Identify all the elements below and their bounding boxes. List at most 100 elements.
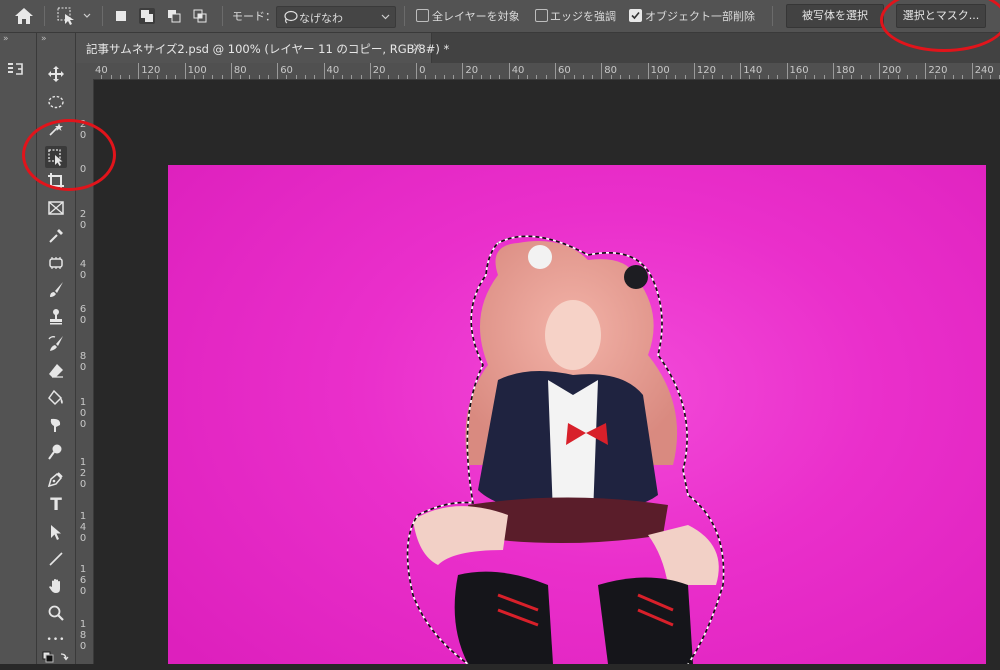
- frame-tool-icon[interactable]: [45, 197, 67, 219]
- mode-dropdown[interactable]: なげなわ: [276, 6, 396, 28]
- color-swatches-icon[interactable]: [41, 651, 71, 667]
- ruler-tick: [851, 75, 853, 79]
- subtract-from-selection-icon[interactable]: [166, 8, 182, 24]
- ruler-tick: [240, 75, 242, 79]
- close-tab-icon[interactable]: ×: [412, 40, 422, 54]
- paint-bucket-tool-icon[interactable]: [45, 387, 67, 409]
- eraser-tool-icon[interactable]: [45, 360, 67, 382]
- ruler-tick: [666, 75, 668, 79]
- enhance-edge-label: エッジを強調: [550, 10, 616, 23]
- ruler-tick: [647, 63, 649, 79]
- mode-dropdown-value: なげなわ: [299, 12, 343, 25]
- subject-image: [406, 235, 725, 664]
- ruler-tick: [814, 75, 816, 79]
- ruler-tick: [286, 75, 288, 79]
- ruler-tick: [712, 75, 714, 79]
- ruler-tick: [953, 75, 955, 79]
- object-subtract-checkbox[interactable]: [629, 9, 642, 22]
- ruler-tick: [147, 75, 149, 79]
- ruler-tick: [786, 63, 788, 79]
- ruler-tick: [453, 75, 455, 79]
- clone-stamp-tool-icon[interactable]: [45, 306, 67, 328]
- smudge-tool-icon[interactable]: [45, 414, 67, 436]
- enhance-edge-checkbox[interactable]: [535, 9, 548, 22]
- spot-healing-brush-tool-icon[interactable]: [45, 252, 67, 274]
- ruler-tick: [508, 63, 510, 79]
- highlight-circle-object-selection-tool: [22, 119, 116, 191]
- collapse-toolbar-icon[interactable]: »: [41, 34, 46, 44]
- mode-label: モード：: [232, 10, 276, 23]
- home-icon[interactable]: [14, 7, 34, 25]
- ruler-tick: [314, 75, 316, 79]
- type-tool-glyph: T: [50, 495, 62, 515]
- ruler-tick: [212, 75, 214, 79]
- ruler-tick: [879, 63, 881, 79]
- ruler-tick: [823, 75, 825, 79]
- ruler-tick: [166, 75, 168, 79]
- tool-preset-picker[interactable]: [56, 6, 94, 26]
- ruler-tick: [342, 75, 344, 79]
- divider: [404, 6, 405, 26]
- eyedropper-tool-icon[interactable]: [45, 225, 67, 247]
- ruler-tick: [971, 63, 973, 79]
- ruler-tick: [545, 75, 547, 79]
- ruler-tick: [406, 75, 408, 79]
- sample-all-layers-checkbox[interactable]: [416, 9, 429, 22]
- zoom-tool-icon[interactable]: [45, 602, 67, 624]
- expand-panels-icon[interactable]: »: [3, 34, 8, 44]
- add-to-selection-icon[interactable]: [139, 8, 155, 24]
- ruler-tick: [906, 75, 908, 79]
- ruler-tick: [101, 75, 103, 79]
- ruler-tick: [721, 75, 723, 79]
- new-selection-icon[interactable]: [113, 8, 129, 24]
- ruler-tick: [943, 75, 945, 79]
- select-subject-button[interactable]: 被写体を選択: [786, 4, 884, 28]
- intersect-selection-icon[interactable]: [192, 8, 208, 24]
- ruler-tick: [934, 75, 936, 79]
- ruler-origin[interactable]: [76, 63, 94, 80]
- ruler-tick: [629, 75, 631, 79]
- object-subtract-label: オブジェクト一部削除: [645, 10, 755, 23]
- ruler-tick: [795, 75, 797, 79]
- type-tool-icon[interactable]: T: [45, 494, 67, 516]
- document-tab-bar: 記事サムネサイズ2.psd @ 100% (レイヤー 11 のコピー, RGB/…: [76, 33, 1000, 63]
- history-brush-tool-icon[interactable]: [45, 333, 67, 355]
- ruler-tick: [295, 75, 297, 79]
- line-tool-icon[interactable]: [45, 548, 67, 570]
- ruler-tick: [434, 75, 436, 79]
- ruler-tick: [499, 75, 501, 79]
- ruler-tick: [425, 75, 427, 79]
- sample-all-layers-label: 全レイヤーを対象: [432, 10, 520, 23]
- ruler-tick: [462, 63, 464, 79]
- ruler-tick: [416, 63, 418, 79]
- ruler-tick: [110, 75, 112, 79]
- ruler-tick: [962, 75, 964, 79]
- hand-tool-icon[interactable]: [45, 575, 67, 597]
- collapsed-panel-strip: »: [0, 33, 37, 664]
- ruler-tick: [221, 75, 223, 79]
- pen-tool-icon[interactable]: [45, 468, 67, 490]
- ruler-tick: [749, 75, 751, 79]
- ruler-tick: [480, 75, 482, 79]
- brush-tool-icon[interactable]: [45, 279, 67, 301]
- ruler-tick: [582, 75, 584, 79]
- ruler-tick: [360, 75, 362, 79]
- elliptical-marquee-tool-icon[interactable]: [45, 91, 67, 113]
- history-panel-icon[interactable]: [6, 59, 26, 79]
- edit-toolbar-icon[interactable]: •••: [45, 629, 67, 651]
- horizontal-ruler[interactable]: 40 120 100 80 60 40 20 0 20 40 60 80 100 120 140 160 180…: [93, 63, 1000, 80]
- move-tool-icon[interactable]: [45, 63, 67, 85]
- document-canvas[interactable]: [168, 165, 986, 664]
- ruler-label: 40: [79, 259, 87, 281]
- ruler-tick: [990, 75, 992, 79]
- ruler-tick: [397, 75, 399, 79]
- ruler-tick: [767, 75, 769, 79]
- ruler-tick: [573, 75, 575, 79]
- dodge-tool-icon[interactable]: [45, 441, 67, 463]
- check-icon: [631, 11, 640, 20]
- path-selection-tool-icon[interactable]: [45, 521, 67, 543]
- ruler-tick: [388, 75, 390, 79]
- document-tab[interactable]: 記事サムネサイズ2.psd @ 100% (レイヤー 11 のコピー, RGB/…: [76, 33, 449, 63]
- ruler-tick: [703, 75, 705, 79]
- ruler-tick: [203, 75, 205, 79]
